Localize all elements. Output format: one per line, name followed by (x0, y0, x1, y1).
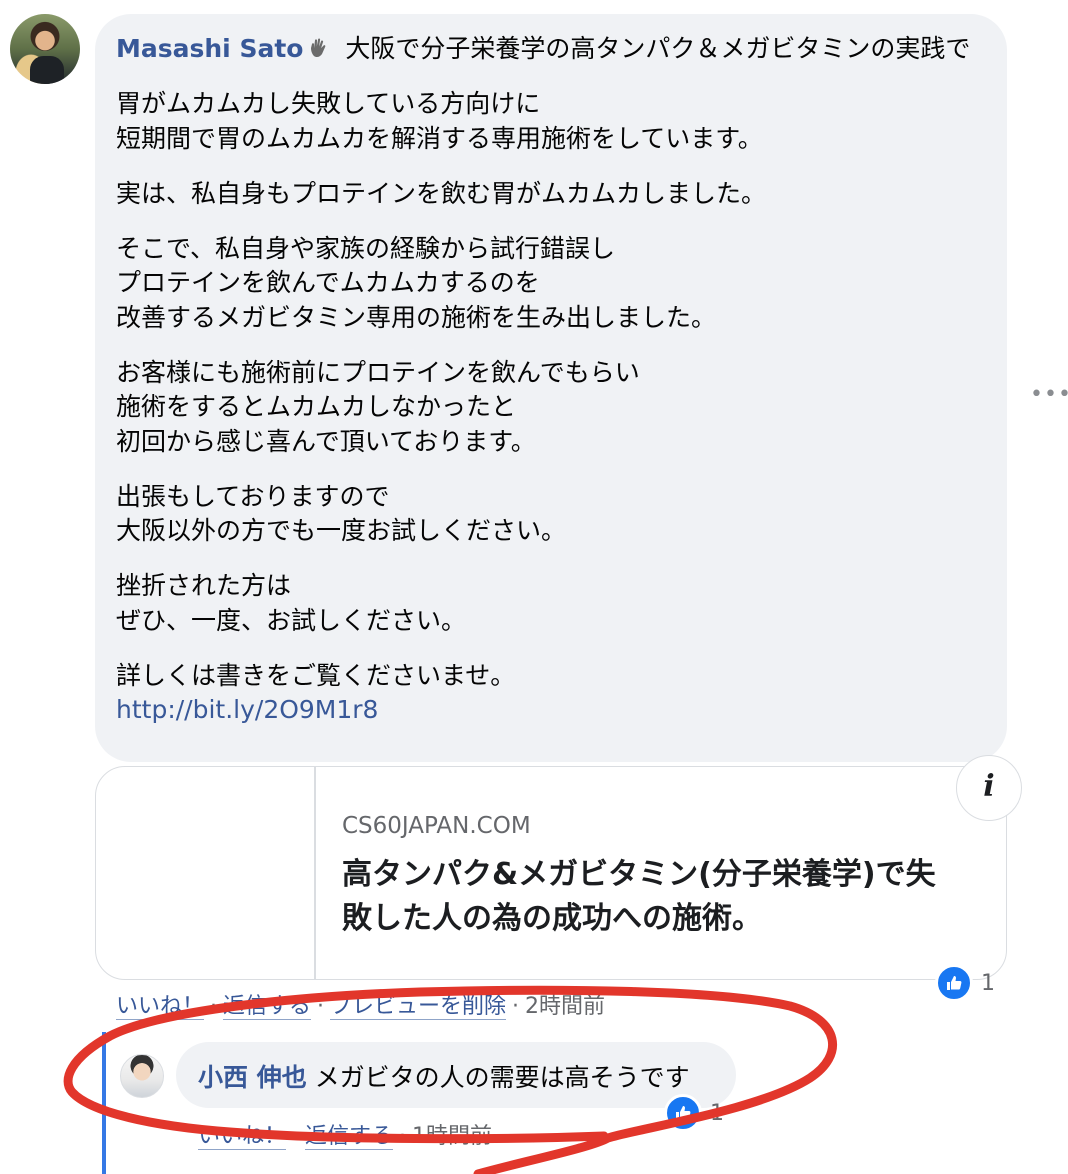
comment-actions: いいね！ · 返信する · プレビューを削除 · 2時間前 (116, 994, 606, 1020)
comment-timestamp[interactable]: 2時間前 (525, 994, 605, 1019)
like-icon (935, 964, 973, 1002)
reply-button[interactable]: 返信する (223, 994, 312, 1020)
reply-like-button[interactable]: いいね！ (198, 1124, 287, 1150)
reaction-count: 1 (981, 970, 995, 996)
reply-body: 小西 伸也 メガビタの人の需要は高そうです (198, 1061, 690, 1095)
commenter-avatar[interactable] (10, 14, 80, 84)
reaction-count: 1 (710, 1100, 724, 1126)
comment-paragraph-5: 出張もしておりますので 大阪以外の方でも一度お試しください。 (116, 481, 567, 546)
comment-paragraph-6: 挫折された方は ぜひ、一度、お試しください。 (116, 571, 467, 635)
reply-avatar[interactable] (120, 1054, 164, 1098)
link-preview-divider (314, 767, 316, 979)
like-icon (664, 1094, 702, 1132)
more-options-icon[interactable]: ••• (1030, 382, 1068, 407)
comment-paragraph-7: 詳しくは書きをご覧くださいませ。 http://bit.ly/2O9M1r8 (116, 660, 516, 725)
reply-reaction[interactable]: 1 (664, 1094, 724, 1132)
reply-author[interactable]: 小西 伸也 (198, 1063, 307, 1092)
reply-timestamp[interactable]: 1時間前 (412, 1124, 492, 1149)
comment-paragraph-1: 胃がムカムカし失敗している方向けに 短期間で胃のムカムカを解消する専用施術をして… (116, 89, 763, 153)
reply-actions: いいね！ · 返信する · 1時間前 (198, 1124, 493, 1150)
remove-preview-button[interactable]: プレビューを削除 (330, 994, 507, 1020)
reply-text: メガビタの人の需要は高そうです (306, 1063, 690, 1092)
comment-lead-text: 大阪で分子栄養学の高タンパク＆メガビタミンの実践で (337, 34, 971, 63)
waving-hand-icon (311, 38, 326, 58)
link-preview-title: 高タンパク&メガビタミン(分子栄養学)で失 敗した人の為の成功への施術。 (342, 857, 936, 936)
comment-paragraph-3: そこで、私自身や家族の経験から試行錯誤し プロテインを飲んでムカムカするのを 改… (116, 233, 717, 332)
comment-paragraph-4: お客様にも施術前にプロテインを飲んでもらい 施術をするとムカムカしなかったと 初… (116, 357, 640, 456)
comment-link[interactable]: http://bit.ly/2O9M1r8 (116, 695, 378, 724)
comment-reaction[interactable]: 1 (935, 964, 995, 1002)
like-button[interactable]: いいね！ (116, 994, 205, 1020)
link-preview-domain: CS60JAPAN.COM (342, 813, 531, 839)
reply-reply-button[interactable]: 返信する (305, 1124, 394, 1150)
reply-thread-line (102, 1032, 106, 1174)
comment-body: Masashi Sato 大阪で分子栄養学の高タンパク＆メガビタミンの実践で 胃… (116, 32, 986, 728)
comment-paragraph-2: 実は、私自身もプロテインを飲む胃がムカムカしました。 (116, 178, 767, 208)
comment-author[interactable]: Masashi Sato (116, 34, 303, 63)
link-preview-card[interactable]: CS60JAPAN.COM 高タンパク&メガビタミン(分子栄養学)で失 敗した人… (95, 766, 1007, 980)
info-icon[interactable]: i (956, 755, 1022, 821)
